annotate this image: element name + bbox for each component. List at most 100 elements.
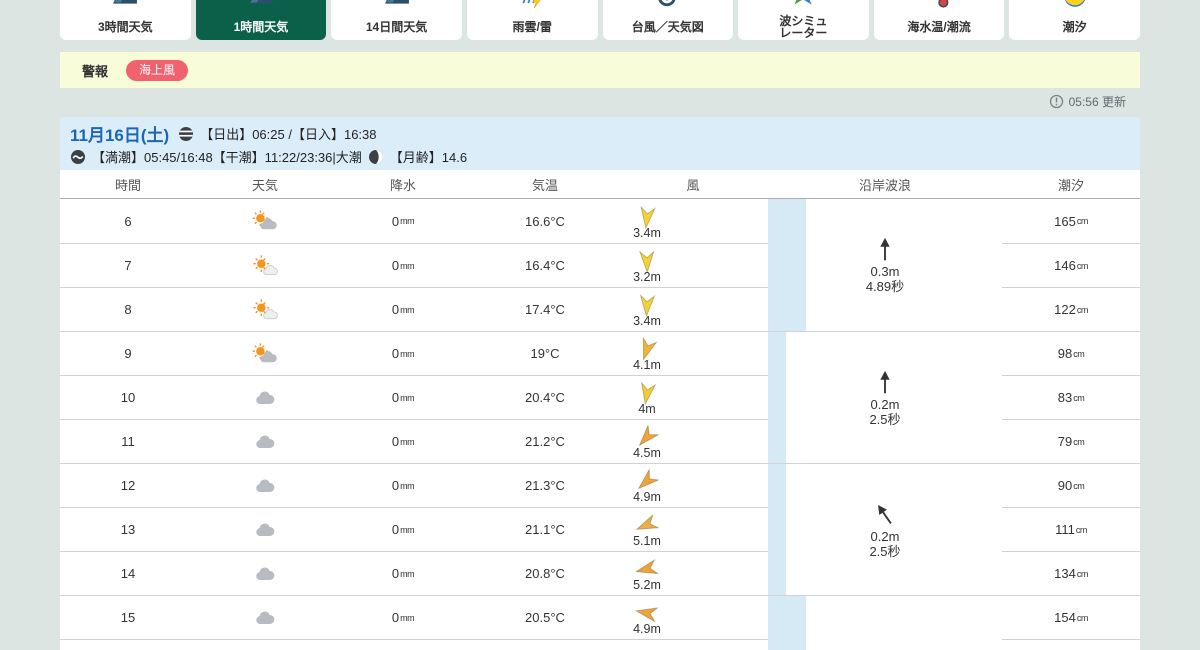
wind-cell	[618, 640, 768, 650]
rain-lightning-icon	[522, 0, 541, 9]
col-header-precip: 降水	[389, 177, 416, 193]
marine-wind-warning-badge[interactable]: 海上風	[126, 59, 189, 81]
temp-value: 21.1°C	[525, 522, 565, 537]
tide-unit: cm	[1073, 348, 1085, 359]
cloudy-icon	[256, 479, 275, 492]
precip-value	[334, 640, 472, 650]
precip-value: 0 mm	[334, 552, 472, 595]
tab-icon	[112, 0, 138, 9]
weather-icon-cell	[196, 464, 334, 507]
sunrise-sunset-times: 【日出】06:25 /【日入】16:38	[200, 127, 377, 142]
wave-height-bar	[768, 332, 786, 463]
precip-unit: mm	[400, 260, 415, 271]
table-row: 13 0 mm 21.1°C 5.1m	[60, 507, 768, 551]
tab-icon	[1062, 0, 1088, 9]
scenery-weather-icon	[384, 0, 409, 4]
hour-value: 6	[124, 213, 132, 229]
hour-value: 7	[124, 258, 132, 273]
col-header-tide: 潮汐	[1057, 177, 1084, 193]
precip-unit: mm	[400, 612, 415, 623]
wind-cell: 5.2m	[618, 552, 768, 595]
wind-speed: 3.4m	[633, 314, 661, 328]
tide-unit: cm	[1076, 216, 1089, 226]
col-header-wind: 風	[686, 177, 700, 193]
hourly-forecast-table: 時間 天気 降水 気温 風 沿岸波浪 潮汐 6 0 mm 16.6°C 3.4m…	[60, 170, 1140, 650]
tide-column: 165 cm 146 cm 122 cm 98 cm 83 cm 79 cm 9…	[1002, 199, 1140, 650]
tab-item[interactable]: 1時間天気	[195, 0, 327, 40]
tab-item[interactable]: 3時間天気	[60, 0, 191, 40]
tide-number: 98	[1057, 346, 1073, 361]
coastal-wave-column: 0.3m 4.89秒 0.2m 2.5秒 0.2m 2.5秒	[768, 199, 1002, 650]
date-title: 11月16日(土)	[70, 126, 170, 145]
tab-item[interactable]: 潮汐	[1009, 0, 1140, 40]
tide-unit: cm	[1073, 392, 1085, 403]
weather-icon-cell	[196, 596, 334, 639]
wave-period: 4.89秒	[865, 279, 905, 294]
precip-unit: mm	[400, 392, 415, 403]
weather-icon-cell	[196, 332, 334, 375]
wave-group-cell	[768, 595, 1002, 650]
tab-label: 海水温/潮流	[907, 20, 971, 34]
tab-item[interactable]: 波シミュ レーター	[738, 0, 869, 40]
wind-speed: 5.2m	[633, 578, 661, 592]
tab-item[interactable]: 海水温/潮流	[873, 0, 1005, 40]
table-row: 14 0 mm 20.8°C 5.2m	[60, 551, 768, 595]
table-row: 16	[60, 639, 768, 650]
precip-number: 0	[391, 346, 400, 361]
hour-value: 9	[124, 346, 132, 361]
temp-value: 16.4°C	[525, 258, 565, 273]
mostly-sunny-icon	[253, 298, 278, 319]
precip-number: 0	[391, 522, 400, 537]
cloudy-icon	[256, 391, 275, 404]
table-header-row: 時間 天気 降水 気温 風 沿岸波浪 潮汐	[60, 170, 1140, 199]
scenery-weather-icon	[249, 0, 273, 4]
tab-item[interactable]: 台風／天気図	[602, 0, 734, 40]
precip-value: 0 mm	[334, 596, 472, 639]
tab-icon	[248, 0, 274, 9]
info-icon	[1049, 94, 1063, 109]
precip-unit: mm	[400, 348, 415, 359]
temp-value: 21.3°C	[525, 478, 565, 493]
wave-group-cell: 0.2m 2.5秒	[768, 331, 1002, 463]
wind-cell: 4.9m	[618, 596, 768, 639]
tab-item[interactable]: 雨雲/雷	[466, 0, 598, 40]
table-row: 8 0 mm 17.4°C 3.4m	[60, 287, 768, 331]
scenery-weather-icon	[113, 0, 138, 4]
wind-cell: 4m	[618, 376, 768, 419]
weather-icon-cell	[196, 244, 334, 287]
tide-unit: cm	[1073, 436, 1085, 447]
weather-icon-cell	[196, 376, 334, 419]
tab-icon	[926, 0, 952, 9]
precip-unit: mm	[400, 568, 415, 579]
wave-direction-arrow-icon	[880, 237, 890, 261]
tide-unit: cm	[1076, 304, 1089, 315]
tide-unit: cm	[1075, 524, 1088, 535]
precip-number: 0	[391, 478, 400, 493]
wave-height: 0.3m	[870, 264, 900, 279]
tide-icon	[1064, 0, 1085, 7]
hour-value: 15	[120, 610, 136, 625]
wave-height-bar	[768, 596, 806, 650]
wind-cell: 5.1m	[618, 508, 768, 551]
wave-direction-arrow-icon	[880, 370, 890, 393]
moon-age: 【月齢】14.6	[389, 150, 468, 165]
tide-number: 154	[1054, 610, 1076, 625]
tide-unit: cm	[1076, 612, 1089, 623]
tide-number: 134	[1054, 566, 1076, 581]
tab-label: 潮汐	[1062, 20, 1087, 34]
temp-value: 20.5°C	[525, 610, 565, 625]
hour-value: 10	[120, 390, 136, 405]
forecast-tab-bar: 3時間天気 1時間天気 14日間天気 雨雲/雷 台風／天気図 波シミュ レーター…	[60, 0, 1140, 40]
hour-value: 8	[124, 302, 132, 317]
weather-icon-cell	[196, 552, 334, 595]
wave-height: 0.2m	[870, 528, 900, 544]
tab-item[interactable]: 14日間天気	[331, 0, 462, 40]
precip-unit: mm	[400, 480, 415, 491]
wave-period: 2.5秒	[869, 543, 901, 559]
wind-speed: 3.2m	[633, 270, 661, 284]
weather-icon-cell	[196, 420, 334, 463]
tide-number: 90	[1057, 478, 1073, 493]
cloudy-icon	[256, 435, 275, 448]
warning-label: 警報	[82, 63, 109, 79]
tide-number: 146	[1054, 258, 1076, 273]
